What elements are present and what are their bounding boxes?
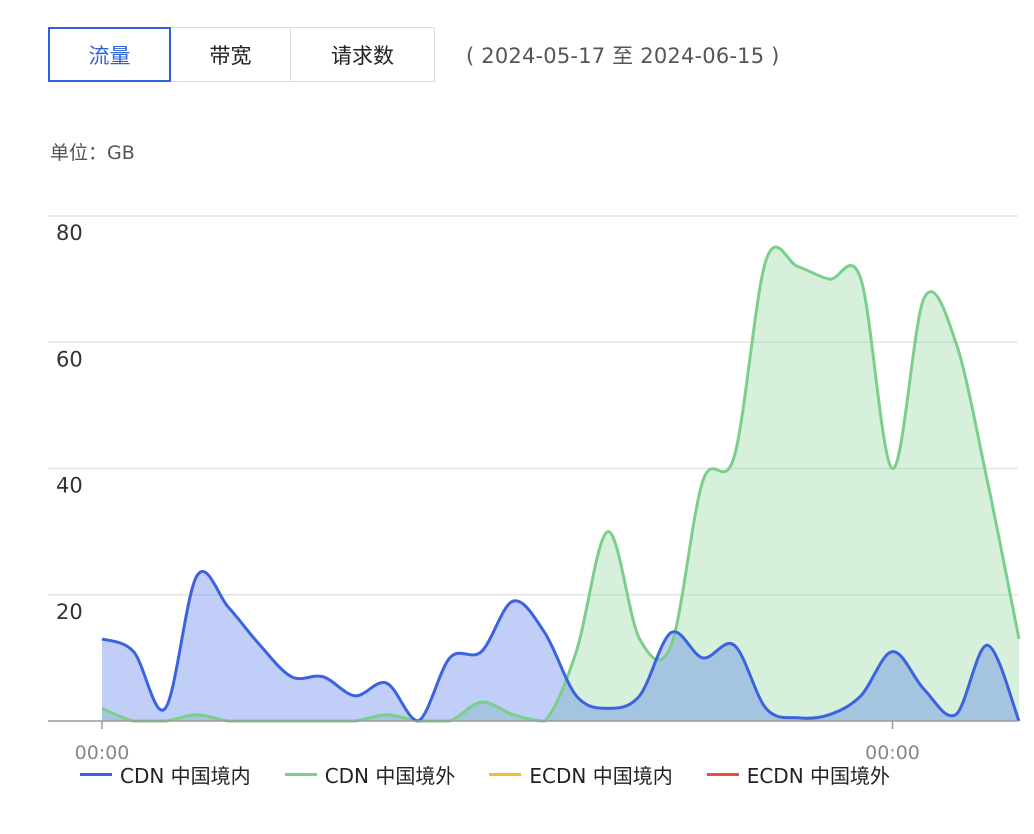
- y-tick-label: 60: [56, 347, 83, 371]
- chart-legend: CDN 中国境内 CDN 中国境外 ECDN 中国境内 ECDN 中国境外: [80, 760, 924, 789]
- x-tick-label: 00:00: [75, 742, 130, 760]
- legend-label-cdn-overseas: CDN 中国境外: [324, 764, 456, 788]
- legend-swatch-ecdn-domestic: [489, 773, 522, 776]
- legend-label-ecdn-domestic: ECDN 中国境内: [529, 764, 673, 788]
- x-tick-label: 00:00: [865, 742, 920, 760]
- legend-swatch-ecdn-overseas: [706, 773, 739, 776]
- legend-label-cdn-domestic: CDN 中国境内: [120, 764, 251, 788]
- area-fills: [102, 247, 1019, 721]
- legend-swatch-cdn-domestic: [80, 773, 112, 776]
- y-tick-label: 40: [56, 474, 83, 498]
- legend-swatch-cdn-overseas: [284, 773, 317, 776]
- legend-item-cdn-domestic[interactable]: CDN 中国境内: [80, 760, 251, 789]
- tab-traffic[interactable]: 流量: [48, 27, 171, 82]
- traffic-area-chart: 20 40 60 80 00:00 00:00: [48, 215, 1021, 760]
- legend-item-cdn-overseas[interactable]: CDN 中国境外: [284, 760, 456, 789]
- y-tick-label: 20: [56, 600, 83, 624]
- legend-item-ecdn-overseas[interactable]: ECDN 中国境外: [706, 760, 891, 789]
- y-tick-label: 80: [56, 221, 83, 245]
- legend-item-ecdn-domestic[interactable]: ECDN 中国境内: [489, 760, 673, 789]
- legend-label-ecdn-overseas: ECDN 中国境外: [746, 764, 891, 788]
